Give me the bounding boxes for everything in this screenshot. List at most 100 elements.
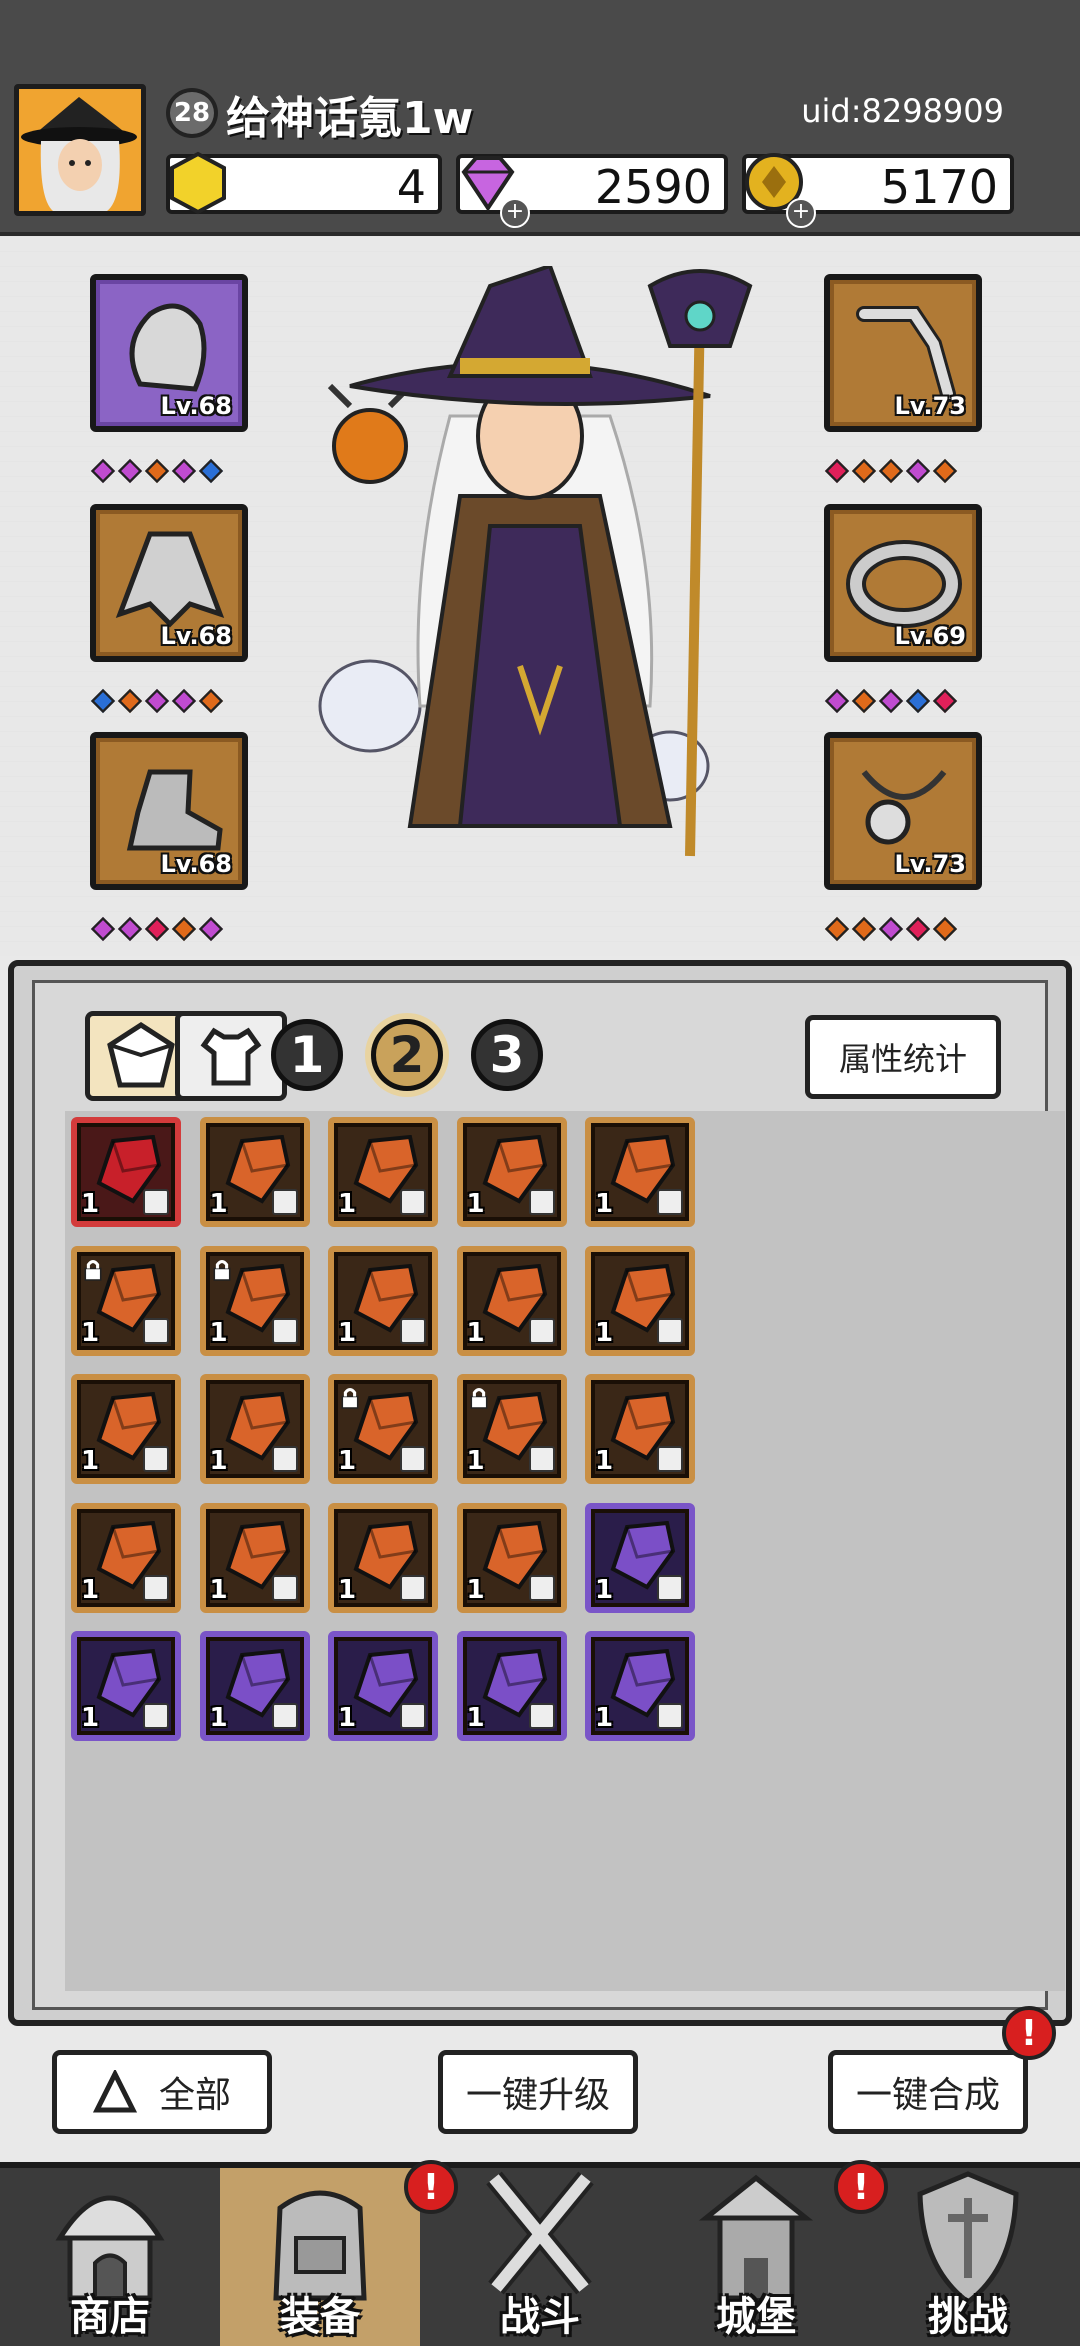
gem-socket-dot xyxy=(144,916,170,942)
merge-all-button[interactable]: 一键合成 xyxy=(828,2050,1028,2134)
gem-slot[interactable]: 1 xyxy=(456,1502,567,1613)
gem-quantity: 1 xyxy=(81,1317,100,1348)
gem-slot[interactable]: 1 xyxy=(585,1631,695,1741)
gem-socket-dot xyxy=(878,458,904,484)
player-avatar[interactable] xyxy=(14,84,146,216)
gem-socket-dot xyxy=(117,916,143,942)
nav-shop[interactable]: 商店 xyxy=(10,2168,210,2346)
inventory-panel: 1 2 3 属性统计 1 1 1 1 1 1 1 1 1 1 1 1 1 1 1 1 1 1 1 1 1 1 1 1 1 xyxy=(8,960,1072,2026)
gem-slot[interactable]: 1 xyxy=(328,1502,438,1613)
gem-slot[interactable]: 1 xyxy=(585,1117,695,1227)
filter-all-button[interactable]: 全部 xyxy=(52,2050,272,2134)
gem-slot[interactable]: 1 xyxy=(456,1245,567,1356)
gem-quantity: 1 xyxy=(595,1574,614,1605)
gem-quantity: 1 xyxy=(466,1703,485,1733)
slot-type-icon xyxy=(400,1574,426,1601)
nav-castle[interactable]: 城堡 xyxy=(656,2168,856,2346)
gem-quantity: 1 xyxy=(466,1574,485,1605)
gem-quantity: 1 xyxy=(338,1189,357,1219)
gem-slot[interactable]: 1 xyxy=(585,1502,695,1613)
equip-slot-staff[interactable]: Lv.73 xyxy=(824,274,982,432)
equip-slot-boots[interactable]: Lv.68 xyxy=(90,732,248,890)
gem-quantity: 1 xyxy=(81,1703,100,1733)
gem-slot[interactable]: 1 xyxy=(199,1245,310,1356)
gem-socket-dot xyxy=(198,688,224,714)
attribute-stats-button[interactable]: 属性统计 xyxy=(805,1015,1001,1099)
gem-slot[interactable]: 1 xyxy=(71,1245,181,1356)
equip-slot-cloak[interactable]: Lv.68 xyxy=(90,504,248,662)
slot-type-icon xyxy=(143,1446,169,1472)
equip-slot-ring[interactable]: Lv.69 xyxy=(824,504,982,662)
gem-slot[interactable]: 1 xyxy=(328,1631,438,1741)
gem-slot[interactable]: 1 xyxy=(328,1245,438,1356)
page-3-button[interactable]: 3 xyxy=(471,1019,543,1091)
gem-socket-dot xyxy=(117,688,143,714)
gem-slot[interactable]: 1 xyxy=(585,1245,695,1356)
amulet-level: Lv.73 xyxy=(894,850,967,878)
player-header: 28 给神话氪1w uid:8298909 4 + 2590 + 5170 xyxy=(0,0,1080,238)
hood-icon xyxy=(129,303,207,392)
gem-slot[interactable]: 1 xyxy=(456,1374,567,1484)
gem-socket-dot xyxy=(144,688,170,714)
upgrade-all-button[interactable]: 一键升级 xyxy=(438,2050,638,2134)
gold-value: 5170 xyxy=(880,160,998,214)
energy-hexagon-icon xyxy=(170,151,226,215)
gem-slot[interactable]: 1 xyxy=(71,1117,181,1227)
gem-quantity: 1 xyxy=(209,1574,228,1605)
amulet-gem-sockets xyxy=(824,916,958,942)
gem-quantity: 1 xyxy=(209,1189,228,1219)
gem-socket-dot xyxy=(824,688,850,714)
hood-level: Lv.68 xyxy=(160,392,233,420)
witch-character-icon[interactable] xyxy=(290,266,800,886)
add-diamond-button[interactable]: + xyxy=(500,198,530,228)
gem-socket-dot xyxy=(932,458,958,484)
gold-counter: + 5170 xyxy=(742,153,1014,228)
gem-slot[interactable]: 1 xyxy=(328,1117,438,1227)
gem-slot[interactable]: 1 xyxy=(199,1117,310,1227)
page-2-button[interactable]: 2 xyxy=(371,1019,443,1091)
gem-quantity: 1 xyxy=(595,1189,614,1219)
equip-slot-hood[interactable]: Lv.68 xyxy=(90,274,248,432)
slot-type-icon xyxy=(657,1703,683,1729)
player-name: 给神话氪1w xyxy=(226,93,474,144)
gem-slot[interactable]: 1 xyxy=(71,1631,181,1741)
gem-quantity: 1 xyxy=(209,1446,228,1476)
gem-slot[interactable]: 1 xyxy=(328,1374,438,1484)
nav-equipment[interactable]: 装备 xyxy=(220,2168,420,2346)
gem-slot[interactable]: 1 xyxy=(199,1502,310,1613)
page-1-button[interactable]: 1 xyxy=(271,1019,343,1091)
gem-slot[interactable]: 1 xyxy=(456,1117,567,1227)
slot-type-icon xyxy=(271,1189,298,1215)
gem-socket-dot xyxy=(824,458,850,484)
triangle-up-icon xyxy=(92,2070,137,2113)
gem-socket-dot xyxy=(932,688,958,714)
gem-socket-dot xyxy=(905,916,931,942)
slot-type-icon xyxy=(528,1189,555,1215)
slot-type-icon xyxy=(400,1189,426,1215)
gem-quantity: 1 xyxy=(81,1574,100,1605)
gem-slot[interactable]: 1 xyxy=(456,1631,567,1741)
gem-socket-dot xyxy=(171,916,197,942)
hood-gem-sockets xyxy=(90,458,224,484)
bottom-nav-bar: 商店 装备 ! 战斗 城堡 ! 挑战 xyxy=(0,2160,1080,2346)
lock-icon xyxy=(84,1259,102,1281)
slot-type-icon xyxy=(400,1446,426,1472)
energy-counter: 4 xyxy=(166,151,442,215)
ring-gem-sockets xyxy=(824,688,958,714)
gem-slot[interactable]: 1 xyxy=(199,1631,310,1741)
slot-type-icon xyxy=(528,1703,555,1729)
filter-all-label: 全部 xyxy=(158,2075,231,2116)
character-equipment-area: Lv.68 Lv.68 Lv.68 Lv.73 Lv.69 Lv.73 xyxy=(0,236,1080,1138)
slot-type-icon xyxy=(271,1574,298,1601)
add-gold-button[interactable]: + xyxy=(786,198,816,228)
gem-slot[interactable]: 1 xyxy=(71,1502,181,1613)
nav-shop-label: 商店 xyxy=(70,2294,150,2340)
gem-quantity: 1 xyxy=(595,1446,614,1476)
gem-slot[interactable]: 1 xyxy=(585,1374,695,1484)
gem-slot[interactable]: 1 xyxy=(199,1374,310,1484)
nav-battle[interactable]: 战斗 xyxy=(440,2168,640,2346)
nav-challenge-label: 挑战 xyxy=(928,2294,1008,2340)
equip-slot-amulet[interactable]: Lv.73 xyxy=(824,732,982,890)
gem-slot[interactable]: 1 xyxy=(71,1374,181,1484)
nav-challenge[interactable]: 挑战 xyxy=(868,2168,1068,2346)
